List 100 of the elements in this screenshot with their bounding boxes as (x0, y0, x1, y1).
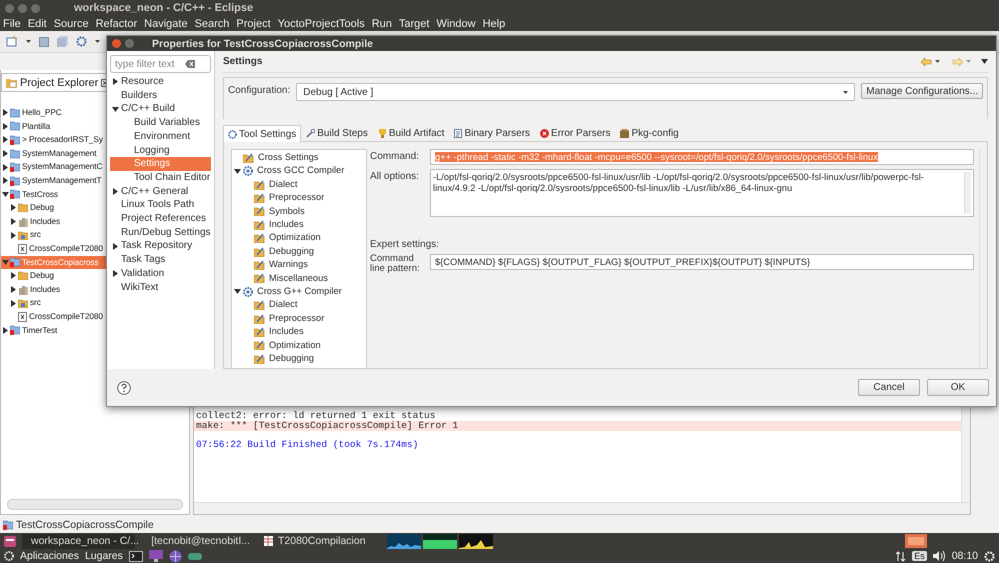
gear-icon[interactable] (76, 36, 87, 47)
configuration-dropdown[interactable]: Debug [ Active ] (296, 83, 856, 101)
menu-item[interactable]: Edit (28, 18, 47, 30)
nav-tree-item[interactable]: Project References (110, 212, 211, 226)
nav-tree-item[interactable]: Run/Debug Settings (110, 226, 211, 240)
expander-arrow-icon[interactable] (10, 300, 17, 307)
panel-menu[interactable]: Lugares (84, 550, 123, 562)
expander-arrow-icon[interactable] (112, 270, 119, 278)
nav-tree-item[interactable]: Tool Chain Editor (110, 170, 211, 185)
expander-arrow-icon[interactable] (2, 150, 9, 158)
expander-arrow-icon[interactable] (10, 232, 17, 239)
tree-item[interactable]: src (1, 296, 189, 310)
command-line-pattern-field[interactable]: ${COMMAND} ${FLAGS} ${OUTPUT_FLAG} ${OUTPUT_PREFIX}${OUTPUT} ${INPUTS} (430, 254, 974, 270)
volume-icon[interactable] (932, 551, 946, 561)
expander-arrow-icon[interactable] (112, 242, 119, 250)
menu-item[interactable]: YoctoProjectTools (278, 18, 365, 30)
cancel-button[interactable]: Cancel (858, 379, 920, 396)
expander-arrow-icon[interactable] (10, 218, 17, 226)
expander-arrow-icon[interactable] (2, 326, 9, 334)
tool-tree-item[interactable]: Optimization (233, 338, 366, 352)
nav-tree-item[interactable]: Linux Tools Path (110, 198, 211, 212)
expander-arrow-icon[interactable] (2, 177, 9, 184)
view-menu-icon[interactable] (981, 59, 988, 64)
tree-item[interactable]: TimerTest (1, 324, 189, 338)
tool-tree-item[interactable]: Symbols (233, 204, 366, 218)
menu-item[interactable]: Refactor (96, 18, 138, 30)
menu-item[interactable]: Window (436, 18, 476, 30)
globe-icon[interactable] (168, 550, 182, 562)
tool-tree-item[interactable]: Cross G++ Compiler (233, 285, 366, 298)
taskbar-button[interactable]: [tecnobit@tecnobitI... (141, 534, 254, 548)
vertical-scrollbar[interactable] (964, 172, 971, 214)
new-file-icon[interactable] (6, 36, 18, 47)
app-menu-icon[interactable] (4, 536, 16, 546)
dropdown-caret-icon[interactable] (26, 40, 31, 43)
expander-arrow-icon[interactable] (10, 286, 17, 294)
tool-tree-item[interactable]: Miscellaneous (233, 272, 366, 286)
nav-tree-item[interactable]: Task Repository (110, 239, 211, 254)
tool-tree-item[interactable]: Dialect (233, 298, 366, 312)
menu-item[interactable]: Navigate (144, 18, 188, 30)
nav-tree-item[interactable]: C/C++ Build (110, 102, 211, 116)
tool-tree-item[interactable]: Cross GCC Compiler (233, 164, 366, 178)
nav-tree-item[interactable]: Environment (110, 130, 211, 144)
all-options-field[interactable]: -L/opt/fsl-qoriq/2.0/sysroots/ppce6500-fsl-linux/usr/lib -L/opt/fsl-qoriq/2.0/sysroots/ppce6500-fsl-linux/usr/lib/powerpc-fsl-linux/4.9.2 -L/opt/fsl-qoriq/2.0/sysroots/ppce6500-fsl-linux/lib -L/usr/lib/x86_64-linux-gnu (430, 169, 974, 217)
tool-tree-item[interactable]: Preprocessor (233, 191, 366, 205)
expander-arrow-icon[interactable] (112, 106, 119, 113)
tool-tree-item[interactable]: Includes (233, 218, 366, 232)
nav-tree-item[interactable]: Logging (110, 144, 211, 158)
clock[interactable]: 08:10 (952, 550, 978, 562)
filter-field[interactable]: type filter text (110, 55, 211, 73)
transfer-arrows-icon[interactable] (895, 550, 906, 562)
monitor-icon[interactable] (148, 550, 163, 562)
manage-configurations-button[interactable]: Manage Configurations... (861, 83, 983, 99)
nav-tree-item[interactable]: Validation (110, 266, 211, 281)
save-icon[interactable] (39, 36, 49, 46)
menu-item[interactable]: File (3, 18, 21, 30)
vertical-scrollbar[interactable] (961, 406, 970, 502)
tool-tree-item[interactable]: Warnings (233, 258, 366, 272)
expander-arrow-icon[interactable] (234, 168, 241, 175)
expander-arrow-icon[interactable] (112, 78, 119, 86)
nav-tree-item[interactable]: C/C++ General (110, 184, 211, 198)
nav-tree-item[interactable]: Builders (110, 88, 211, 102)
expander-arrow-icon[interactable] (234, 288, 241, 296)
expander-arrow-icon[interactable] (2, 190, 9, 198)
tab[interactable]: Build Steps (301, 125, 373, 141)
tool-tree-item[interactable]: Preprocessor (233, 312, 366, 326)
menu-item[interactable]: Source (54, 18, 89, 30)
tab[interactable]: Tool Settings (223, 125, 302, 142)
expander-arrow-icon[interactable] (2, 164, 9, 171)
expander-arrow-icon[interactable] (2, 109, 9, 116)
expander-arrow-icon[interactable] (2, 136, 9, 144)
tree-item[interactable]: CrossCompileT2080 (1, 310, 189, 324)
tab[interactable]: Pkg-config (615, 125, 684, 141)
tool-tree-item[interactable]: Optimization (233, 231, 366, 245)
expander-arrow-icon[interactable] (2, 122, 9, 130)
tool-tree-item[interactable]: Cross Settings (233, 151, 366, 164)
keyboard-layout-indicator[interactable]: Es (912, 551, 927, 561)
clear-icon[interactable] (185, 60, 195, 68)
menu-item[interactable]: Run (372, 18, 392, 30)
ok-button[interactable]: OK (927, 379, 989, 396)
workspace-switcher-icon[interactable] (905, 534, 927, 548)
tool-tree-item[interactable]: Dialect (233, 178, 366, 192)
dropdown-caret-icon[interactable] (95, 40, 100, 43)
tool-tree-item[interactable]: Debugging (233, 352, 366, 366)
tool-tree-item[interactable]: Debugging (233, 244, 366, 258)
tab[interactable]: Binary Parsers (449, 125, 536, 141)
tool-tree-item[interactable]: Includes (233, 325, 366, 339)
network-card-icon[interactable] (188, 552, 202, 560)
dropdown-caret-icon[interactable] (843, 90, 848, 94)
dropdown-caret-icon[interactable] (935, 60, 940, 63)
expander-arrow-icon[interactable] (112, 188, 119, 195)
nav-tree-item[interactable]: WikiText (110, 280, 211, 294)
horizontal-scrollbar[interactable] (7, 499, 183, 510)
tab[interactable]: Error Parsers (535, 125, 616, 141)
settings-icon[interactable] (984, 550, 995, 562)
back-arrow-icon[interactable] (921, 58, 932, 66)
expander-arrow-icon[interactable] (10, 272, 17, 280)
menu-item[interactable]: Project (236, 18, 271, 30)
menu-item[interactable]: Search (194, 18, 230, 30)
expander-arrow-icon[interactable] (10, 204, 17, 212)
panel-menu[interactable]: Aplicaciones (20, 550, 79, 562)
